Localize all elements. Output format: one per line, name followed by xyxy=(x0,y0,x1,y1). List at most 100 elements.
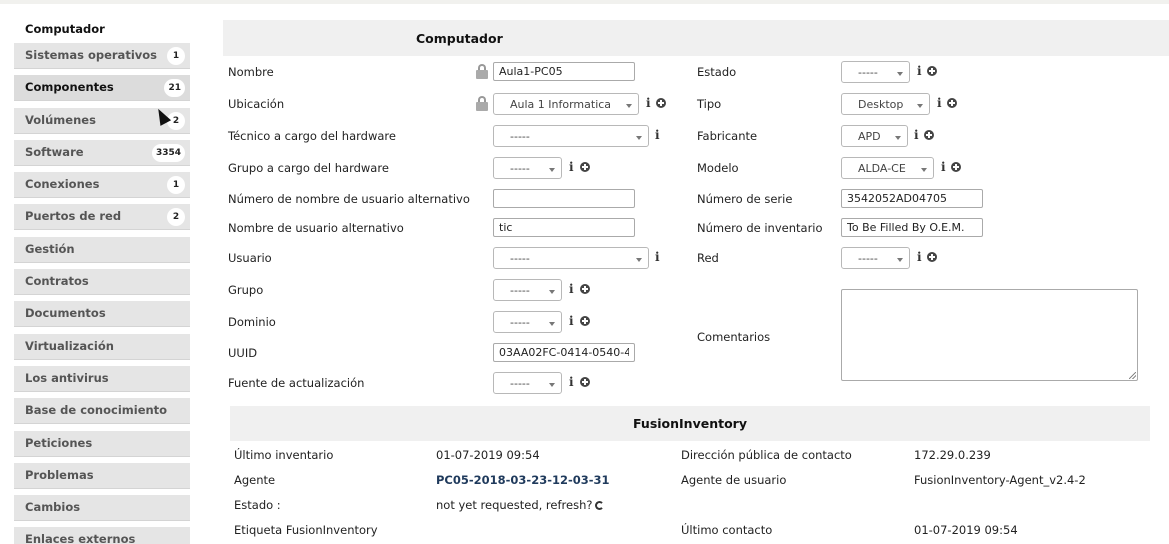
fabricante-label: Fabricante xyxy=(697,129,758,143)
dominio-select[interactable]: ----- xyxy=(493,311,562,333)
info-icon[interactable]: i xyxy=(917,64,922,78)
comentarios-textarea[interactable] xyxy=(841,289,1138,381)
grupo-hw-label: Grupo a cargo del hardware xyxy=(228,161,389,175)
fuente-label: Fuente de actualización xyxy=(228,376,365,390)
tecnico-label: Técnico a cargo del hardware xyxy=(228,129,396,143)
chevron-down-icon xyxy=(917,104,923,108)
ultimo-inventario-label: Último inventario xyxy=(234,448,334,462)
num-usuario-alt-input[interactable] xyxy=(493,189,635,208)
agente-usuario-label: Agente de usuario xyxy=(681,473,787,487)
agente-link[interactable]: PC05-2018-03-23-12-03-31 xyxy=(436,473,610,487)
fabricante-select[interactable]: APD xyxy=(841,125,908,147)
info-icon[interactable]: i xyxy=(914,128,919,142)
add-icon[interactable] xyxy=(656,98,666,108)
chevron-down-icon xyxy=(897,258,903,262)
sidebar-item-label: Base de conocimiento xyxy=(25,403,168,418)
info-icon[interactable]: i xyxy=(937,96,942,110)
resize-grip-icon[interactable] xyxy=(1129,372,1136,379)
sidebar-item-label: Sistemas operativos xyxy=(25,48,158,62)
chevron-down-icon xyxy=(549,290,555,294)
top-strip xyxy=(0,0,1169,4)
sidebar-item-label: Peticiones xyxy=(25,435,93,450)
dominio-value: ----- xyxy=(510,316,530,329)
serie-input[interactable] xyxy=(841,189,983,208)
red-value: ----- xyxy=(858,252,878,265)
sidebar-item-computador[interactable]: Computador xyxy=(14,17,190,43)
sidebar-item-label: Gestión xyxy=(25,241,75,256)
grupo-hw-select[interactable]: ----- xyxy=(493,157,562,179)
usuario-select[interactable]: ----- xyxy=(493,247,649,269)
lock-icon xyxy=(476,96,488,111)
grupo-select[interactable]: ----- xyxy=(493,279,562,301)
sidebar-item-puertos-de-red[interactable]: Puertos de red 2 xyxy=(14,204,190,231)
chevron-down-icon xyxy=(626,104,632,108)
refresh-icon[interactable] xyxy=(595,501,605,510)
chevron-down-icon xyxy=(921,168,927,172)
add-icon[interactable] xyxy=(580,162,590,172)
ubicacion-select[interactable]: Aula 1 Informatica xyxy=(493,93,639,115)
info-icon[interactable]: i xyxy=(917,250,922,264)
inventario-input[interactable] xyxy=(841,218,983,237)
sidebar-item-antivirus[interactable]: Los antivirus xyxy=(14,365,190,392)
dominio-label: Dominio xyxy=(228,315,276,329)
tipo-select[interactable]: Desktop xyxy=(841,93,930,115)
modelo-value: ALDA-CE xyxy=(858,162,906,175)
add-icon[interactable] xyxy=(580,377,590,387)
sidebar-item-problemas[interactable]: Problemas xyxy=(14,462,190,489)
sidebar-item-label: Puertos de red xyxy=(25,209,122,224)
modelo-label: Modelo xyxy=(697,161,739,175)
modelo-select[interactable]: ALDA-CE xyxy=(841,157,934,179)
info-icon[interactable]: i xyxy=(569,282,574,296)
info-icon[interactable]: i xyxy=(646,96,651,110)
usuario-value: ----- xyxy=(510,252,530,265)
add-icon[interactable] xyxy=(580,316,590,326)
fuente-select[interactable]: ----- xyxy=(493,372,562,394)
sidebar-item-label: Contratos xyxy=(25,274,89,289)
add-icon[interactable] xyxy=(951,162,961,172)
estado-value: ----- xyxy=(858,66,878,79)
info-icon[interactable]: i xyxy=(941,160,946,174)
sidebar-item-gestion[interactable]: Gestión xyxy=(14,236,190,263)
direccion-value: 172.29.0.239 xyxy=(914,448,991,462)
uuid-label: UUID xyxy=(228,346,258,360)
add-icon[interactable] xyxy=(927,252,937,262)
grupo-hw-value: ----- xyxy=(510,162,530,175)
sidebar-item-label: Los antivirus xyxy=(25,370,109,385)
sidebar-item-peticiones[interactable]: Peticiones xyxy=(14,430,190,457)
add-icon[interactable] xyxy=(580,284,590,294)
info-icon[interactable]: i xyxy=(569,314,574,328)
info-icon[interactable]: i xyxy=(569,375,574,389)
sidebar-item-virtualizacion[interactable]: Virtualización xyxy=(14,333,190,360)
red-select[interactable]: ----- xyxy=(841,247,910,269)
sidebar-item-label: Software xyxy=(25,144,84,159)
sidebar-tabs: Computador Sistemas operativos 1 Compone… xyxy=(14,17,190,544)
usuario-alt-input[interactable] xyxy=(493,218,635,237)
sidebar-item-label: Componentes xyxy=(25,80,114,95)
grupo-value: ----- xyxy=(510,284,530,297)
info-icon[interactable]: i xyxy=(655,250,660,264)
ultimo-contacto-value: 01-07-2019 09:54 xyxy=(914,523,1018,537)
sidebar-item-sistemas-operativos[interactable]: Sistemas operativos 1 xyxy=(14,43,190,69)
estado-select[interactable]: ----- xyxy=(841,61,910,83)
sidebar-item-contratos[interactable]: Contratos xyxy=(14,269,190,296)
info-icon[interactable]: i xyxy=(655,128,660,142)
info-icon[interactable]: i xyxy=(569,160,574,174)
sidebar-item-componentes[interactable]: Componentes 21 xyxy=(14,75,190,102)
sidebar-item-cambios[interactable]: Cambios xyxy=(14,495,190,522)
tecnico-select[interactable]: ----- xyxy=(493,125,649,147)
sidebar-item-base-de-conocimiento[interactable]: Base de conocimiento xyxy=(14,398,190,425)
nombre-input[interactable] xyxy=(493,62,635,81)
agente-label: Agente xyxy=(234,473,276,487)
ultimo-inventario-value: 01-07-2019 09:54 xyxy=(436,448,540,462)
add-icon[interactable] xyxy=(924,130,934,140)
sidebar-item-documentos[interactable]: Documentos xyxy=(14,301,190,328)
nombre-label: Nombre xyxy=(228,65,274,79)
ubicacion-label: Ubicación xyxy=(228,97,285,111)
sidebar-item-software[interactable]: Software 3354 xyxy=(14,139,190,166)
num-usuario-alt-label: Número de nombre de usuario alternativo xyxy=(228,192,470,206)
sidebar-item-conexiones[interactable]: Conexiones 1 xyxy=(14,172,190,199)
add-icon[interactable] xyxy=(947,98,957,108)
add-icon[interactable] xyxy=(927,66,937,76)
uuid-input[interactable] xyxy=(493,343,635,362)
sidebar-item-enlaces-externos[interactable]: Enlaces externos xyxy=(14,527,190,544)
